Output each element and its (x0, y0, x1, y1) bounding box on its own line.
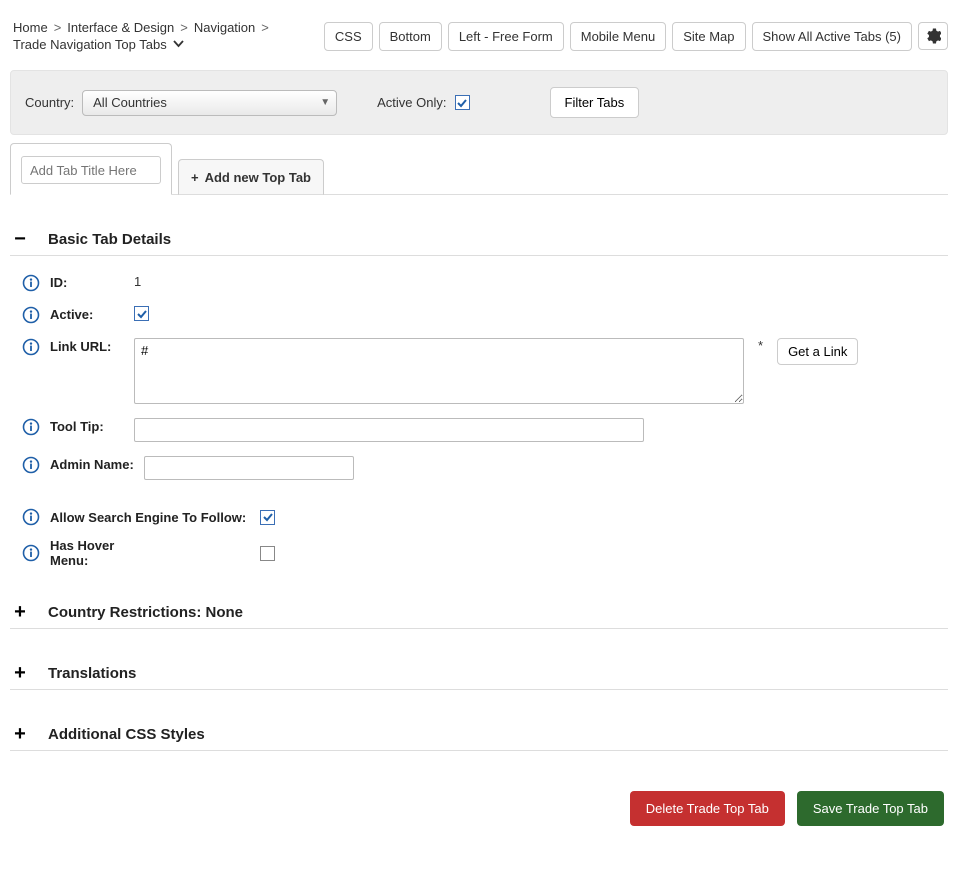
site-map-button[interactable]: Site Map (672, 22, 745, 51)
required-mark: * (754, 338, 767, 353)
country-label: Country: (25, 95, 74, 110)
section-country: + Country Restrictions: None (10, 602, 948, 629)
section-country-title: Country Restrictions: None (48, 604, 243, 621)
css-button[interactable]: CSS (324, 22, 373, 51)
left-freeform-button[interactable]: Left - Free Form (448, 22, 564, 51)
info-icon[interactable] (22, 274, 40, 292)
link-url-input[interactable] (134, 338, 744, 404)
filter-bar: Country: All Countries ▼ Active Only: Fi… (10, 70, 948, 135)
toolbar: CSS Bottom Left - Free Form Mobile Menu … (324, 22, 948, 51)
id-value: 1 (134, 274, 141, 289)
hover-menu-label: Has Hover Menu: (50, 538, 146, 568)
hover-menu-checkbox[interactable] (260, 546, 275, 561)
tabstrip: + Add new Top Tab (10, 143, 948, 195)
info-icon[interactable] (22, 456, 40, 474)
breadcrumb-current-label: Trade Navigation Top Tabs (13, 37, 167, 52)
id-label: ID: (50, 274, 124, 290)
save-button[interactable]: Save Trade Top Tab (797, 791, 944, 826)
breadcrumb-sep: > (179, 20, 189, 35)
country-select-value: All Countries (93, 95, 167, 110)
active-only-checkbox[interactable] (455, 95, 470, 110)
settings-button[interactable] (918, 22, 948, 50)
expand-icon: + (10, 663, 30, 683)
admin-name-label: Admin Name: (50, 456, 134, 472)
collapse-icon: − (10, 229, 30, 249)
tooltip-label: Tool Tip: (50, 418, 124, 434)
section-translations-title: Translations (48, 665, 136, 682)
section-styles-header[interactable]: + Additional CSS Styles (10, 724, 948, 751)
check-icon (262, 511, 274, 523)
breadcrumb-home[interactable]: Home (10, 20, 51, 35)
mobile-menu-button[interactable]: Mobile Menu (570, 22, 666, 51)
filter-tabs-button[interactable]: Filter Tabs (550, 87, 640, 118)
breadcrumb-sep: > (260, 20, 270, 35)
section-basic: − Basic Tab Details ID: 1 Active: Link U… (10, 229, 948, 568)
breadcrumb-navigation[interactable]: Navigation (191, 20, 258, 35)
country-select[interactable]: All Countries ▼ (82, 90, 337, 116)
section-translations-header[interactable]: + Translations (10, 663, 948, 690)
active-checkbox[interactable] (134, 306, 149, 321)
section-styles: + Additional CSS Styles (10, 724, 948, 751)
link-url-label: Link URL: (50, 338, 124, 354)
info-icon[interactable] (22, 418, 40, 436)
section-basic-header[interactable]: − Basic Tab Details (10, 229, 948, 256)
section-translations: + Translations (10, 663, 948, 690)
gear-icon (925, 28, 941, 44)
section-basic-title: Basic Tab Details (48, 231, 171, 248)
expand-icon: + (10, 724, 30, 744)
info-icon[interactable] (22, 544, 40, 562)
breadcrumb-sep: > (53, 20, 63, 35)
allow-search-label: Allow Search Engine To Follow: (50, 510, 250, 525)
section-country-header[interactable]: + Country Restrictions: None (10, 602, 948, 629)
admin-name-input[interactable] (144, 456, 354, 480)
expand-icon: + (10, 602, 30, 622)
tab-title-input[interactable] (21, 156, 161, 184)
bottom-button[interactable]: Bottom (379, 22, 442, 51)
section-styles-title: Additional CSS Styles (48, 726, 205, 743)
breadcrumb-current[interactable]: Trade Navigation Top Tabs (10, 37, 187, 52)
delete-button[interactable]: Delete Trade Top Tab (630, 791, 785, 826)
active-label: Active: (50, 306, 124, 322)
info-icon[interactable] (22, 306, 40, 324)
info-icon[interactable] (22, 508, 40, 526)
tab-current[interactable] (10, 143, 172, 195)
tooltip-input[interactable] (134, 418, 644, 442)
get-link-button[interactable]: Get a Link (777, 338, 858, 365)
check-icon (136, 308, 148, 320)
info-icon[interactable] (22, 338, 40, 356)
allow-search-checkbox[interactable] (260, 510, 275, 525)
breadcrumb-interface[interactable]: Interface & Design (64, 20, 177, 35)
plus-icon: + (191, 170, 199, 185)
add-top-tab-button[interactable]: + Add new Top Tab (178, 159, 324, 195)
active-only-label: Active Only: (377, 95, 446, 110)
check-icon (456, 97, 468, 109)
add-top-tab-label: Add new Top Tab (205, 170, 311, 185)
show-active-tabs-button[interactable]: Show All Active Tabs (5) (752, 22, 913, 51)
dropdown-icon: ▼ (320, 97, 330, 108)
footer-actions: Delete Trade Top Tab Save Trade Top Tab (10, 791, 948, 826)
chevron-down-icon (173, 37, 184, 52)
breadcrumb: Home > Interface & Design > Navigation >… (10, 20, 324, 52)
